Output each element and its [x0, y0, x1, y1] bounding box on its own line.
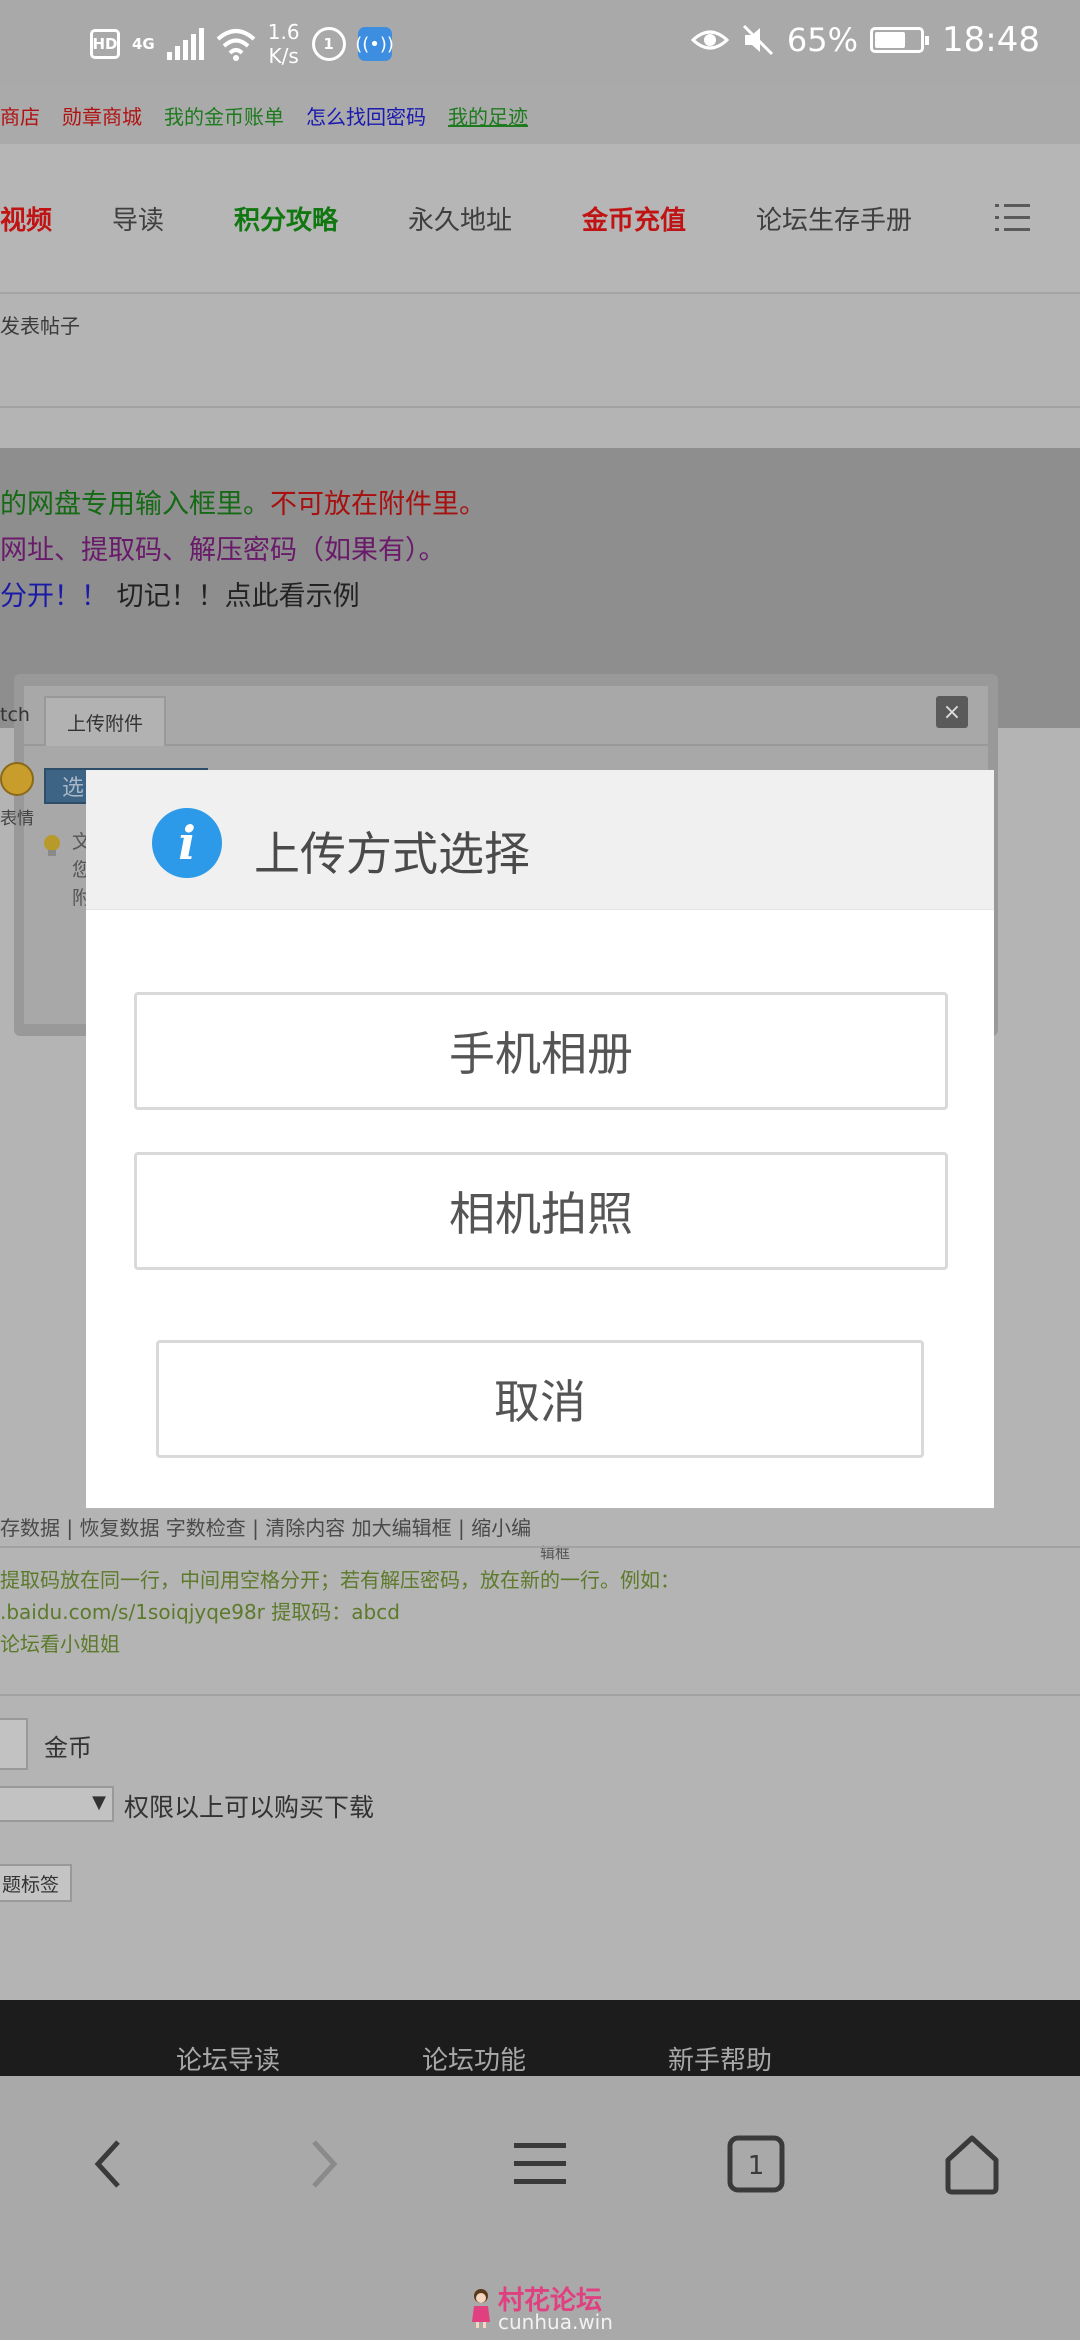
menu-icon[interactable] — [500, 2124, 580, 2204]
upload-left-fragment: tch — [0, 704, 30, 726]
cancel-button[interactable]: 取消 — [156, 1340, 924, 1458]
price-input[interactable] — [0, 1718, 28, 1770]
signal-icon — [166, 28, 204, 60]
breadcrumb: 发表帖子 — [0, 314, 80, 338]
mute-icon — [742, 24, 773, 56]
status-right: 65% 18:48 — [690, 20, 1040, 60]
emoji-icon[interactable] — [0, 762, 34, 796]
network-type: 4G — [132, 35, 155, 53]
close-icon[interactable]: × — [936, 696, 968, 728]
notice-line-3[interactable]: 分开！！ 切记！！点此看示例 — [0, 574, 360, 613]
hd-icon: HD — [90, 29, 120, 59]
topic-tag-button[interactable]: 题标签 — [0, 1864, 72, 1902]
album-button[interactable]: 手机相册 — [134, 992, 948, 1110]
modal-header: i 上传方式选择 — [86, 770, 994, 910]
nav-item[interactable]: 积分攻略 — [234, 200, 338, 237]
footer: 论坛导读 论坛功能 新手帮助 — [0, 2000, 1080, 2076]
price-unit: 金币 — [44, 1734, 92, 1762]
top-link[interactable]: 我的足迹 — [448, 101, 528, 130]
hint-line-1: 提取码放在同一行，中间用空格分开；若有解压密码，放在新的一行。例如： — [0, 1568, 680, 1592]
tabs-icon[interactable]: 1 — [716, 2124, 796, 2204]
list-menu-icon[interactable] — [995, 204, 1030, 234]
hint-line-2: .baidu.com/s/1soiqjyqe98r 提取码：abcd — [0, 1600, 400, 1624]
watermark-url: cunhua.win — [498, 2310, 613, 2334]
chevron-down-icon: ▼ — [92, 1792, 106, 1813]
nav-item[interactable]: 视频 — [0, 200, 52, 237]
nav-item[interactable]: 导读 — [112, 200, 164, 237]
status-left: HD 4G 1.6 K/s 1 ((•)) — [90, 20, 394, 68]
top-links: 商店 勋章商城 我的金币账单 怎么找回密码 我的足迹 — [0, 86, 1080, 144]
upload-method-modal: i 上传方式选择 手机相册 相机拍照 取消 — [86, 770, 994, 1508]
tab-count: 1 — [748, 2151, 765, 2181]
permission-text: 权限以上可以购买下载 — [124, 1793, 375, 1822]
battery-icon — [870, 27, 930, 53]
hint-line-3: 论坛看小姐姐 — [0, 1632, 120, 1656]
info-icon: i — [152, 808, 222, 878]
footer-link[interactable]: 论坛功能 — [422, 2040, 526, 2077]
tab-upload-attachment[interactable]: 上传附件 — [44, 696, 166, 746]
radio-icon: ((•)) — [355, 27, 394, 61]
divider — [0, 1694, 1080, 1696]
footer-link[interactable]: 论坛导读 — [176, 2040, 280, 2077]
nav-bar: 视频 导读 积分攻略 永久地址 金币充值 论坛生存手册 — [0, 144, 1080, 294]
status-bar: HD 4G 1.6 K/s 1 ((•)) 65% 18:48 — [0, 0, 1080, 86]
battery-percent: 65% — [786, 21, 859, 59]
footer-link[interactable]: 新手帮助 — [668, 2040, 772, 2077]
upload-tab-bar: 上传附件 × — [24, 686, 988, 746]
watermark-logo: 村花论坛 cunhua.win — [462, 2280, 622, 2334]
clock: 18:48 — [942, 20, 1040, 60]
emoji-label: 表情 — [0, 809, 34, 829]
notice-line-2: 网址、提取码、解压密码（如果有）。 — [0, 535, 446, 566]
top-link[interactable]: 怎么找回密码 — [306, 101, 426, 130]
girl-icon — [472, 2289, 490, 2328]
network-speed: 1.6 K/s — [267, 20, 300, 68]
camera-button[interactable]: 相机拍照 — [134, 1152, 948, 1270]
divider — [0, 406, 1080, 408]
divider — [0, 1546, 1080, 1548]
permission-select[interactable]: ▼ — [0, 1786, 114, 1822]
sim-icon: 1 — [311, 27, 346, 61]
top-link[interactable]: 商店 — [0, 101, 40, 130]
bulb-icon — [44, 835, 60, 856]
top-link[interactable]: 我的金币账单 — [164, 101, 284, 130]
notice-line-1: 的网盘专用输入框里。不可放在附件里。 — [0, 489, 486, 520]
editor-toolbar-links[interactable]: 存数据 | 恢复数据 字数检查 | 清除内容 加大编辑框 | 缩小编 — [0, 1512, 531, 1541]
nav-item[interactable]: 金币充值 — [582, 200, 686, 237]
forward-icon[interactable] — [284, 2124, 364, 2204]
nav-item[interactable]: 永久地址 — [408, 200, 512, 237]
eye-icon — [690, 30, 729, 50]
home-icon[interactable] — [932, 2124, 1012, 2204]
modal-title: 上传方式选择 — [254, 827, 530, 881]
wifi-icon — [216, 29, 256, 61]
top-link[interactable]: 勋章商城 — [62, 101, 142, 130]
back-icon[interactable] — [68, 2124, 148, 2204]
nav-item[interactable]: 论坛生存手册 — [756, 200, 912, 237]
